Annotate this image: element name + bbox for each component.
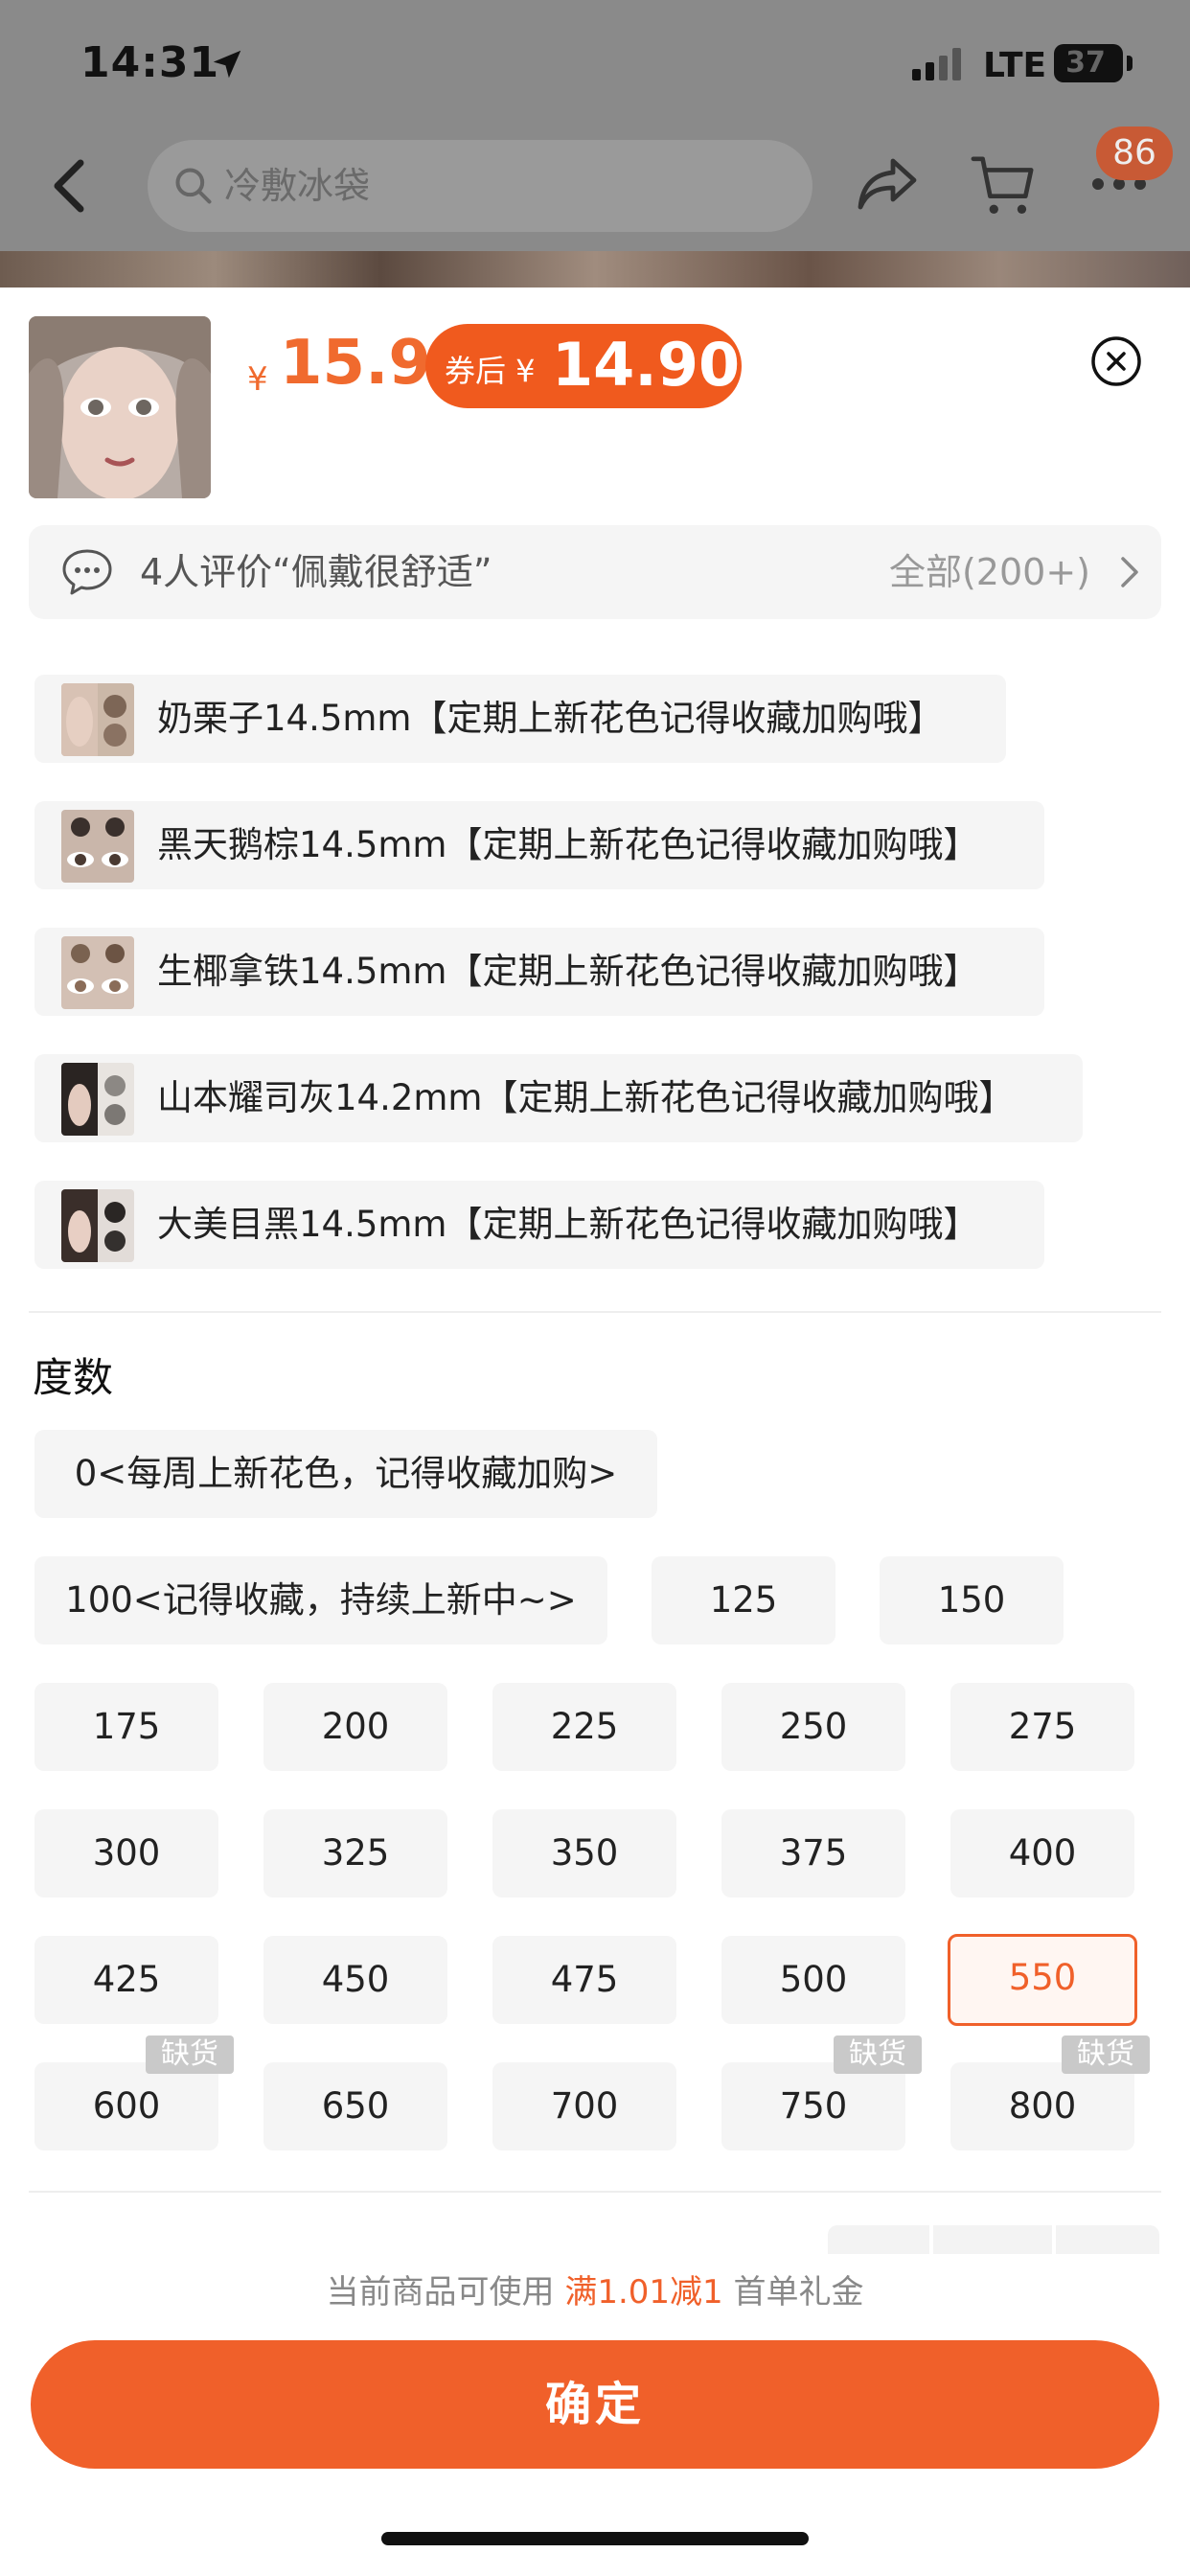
power-option-225[interactable]: 225 <box>492 1683 676 1771</box>
power-option-175[interactable]: 175 <box>34 1683 218 1771</box>
chevron-right-icon <box>1121 557 1138 587</box>
out-of-stock-badge: 缺货 <box>146 2036 234 2074</box>
color-option-1[interactable]: 奶栗子14.5mm【定期上新花色记得收藏加购哦】 <box>34 675 1006 763</box>
power-option-475[interactable]: 475 <box>492 1936 676 2024</box>
color-option-label: 大美目黑14.5mm【定期上新花色记得收藏加购哦】 <box>157 1204 979 1245</box>
product-thumbnail[interactable] <box>29 316 211 498</box>
power-option-125[interactable]: 125 <box>652 1556 835 1644</box>
promo-highlight: 满1.01减1 <box>564 2273 723 2312</box>
color-option-2[interactable]: 黑天鹅棕14.5mm【定期上新花色记得收藏加购哦】 <box>34 801 1044 889</box>
power-option-375[interactable]: 375 <box>721 1809 905 1898</box>
coupon-price: 14.90 <box>552 330 741 400</box>
color-option-4[interactable]: 山本耀司灰14.2mm【定期上新花色记得收藏加购哦】 <box>34 1054 1083 1142</box>
coupon-price-badge: 券后 ¥ 14.90 <box>425 324 742 408</box>
status-time: 14:31 <box>80 38 220 87</box>
color-thumbnail-3 <box>61 936 134 1009</box>
color-option-label: 黑天鹅棕14.5mm【定期上新花色记得收藏加购哦】 <box>157 824 979 865</box>
power-option-500[interactable]: 500 <box>721 1936 905 2024</box>
cart-icon[interactable] <box>970 151 1037 218</box>
promo-notice: 当前商品可使用 满1.01减1 首单礼金 <box>0 2267 1190 2317</box>
confirm-button[interactable]: 确定 <box>31 2340 1159 2469</box>
out-of-stock-badge: 缺货 <box>1062 2036 1150 2074</box>
share-icon[interactable] <box>855 153 920 215</box>
divider <box>29 1311 1161 1313</box>
power-section-title: 度数 <box>33 1354 114 1401</box>
power-option-350[interactable]: 350 <box>492 1809 676 1898</box>
power-option-800[interactable]: 800 <box>950 2062 1134 2150</box>
power-option-325[interactable]: 325 <box>263 1809 447 1898</box>
battery-icon: 37 <box>1054 44 1123 82</box>
color-option-label: 山本耀司灰14.2mm【定期上新花色记得收藏加购哦】 <box>157 1077 1015 1118</box>
price-currency: ¥ <box>247 360 268 399</box>
power-option-200[interactable]: 200 <box>263 1683 447 1771</box>
power-option-550-selected[interactable]: 550 <box>948 1934 1137 2026</box>
network-type: LTE <box>983 46 1047 85</box>
power-option-300[interactable]: 300 <box>34 1809 218 1898</box>
power-option-425[interactable]: 425 <box>34 1936 218 2024</box>
battery-level: 37 <box>1065 46 1106 80</box>
power-option-750[interactable]: 750 <box>721 2062 905 2150</box>
power-option-600[interactable]: 600 <box>34 2062 218 2150</box>
promo-prefix: 当前商品可使用 <box>326 2273 565 2312</box>
color-thumbnail-4 <box>61 1063 134 1136</box>
battery-tip <box>1127 56 1133 71</box>
close-icon[interactable] <box>1090 335 1142 387</box>
color-thumbnail-5 <box>61 1189 134 1262</box>
background-overlay: 14:31 LTE 37 冷敷冰袋 86 <box>0 0 1190 288</box>
review-all-link[interactable]: 全部(200+) <box>889 525 1090 619</box>
search-icon <box>175 168 212 204</box>
chat-bubble-icon <box>62 549 112 595</box>
product-banner-peek <box>0 251 1190 288</box>
home-indicator <box>381 2532 809 2545</box>
out-of-stock-badge: 缺货 <box>834 2036 922 2074</box>
product-price: 15.9 <box>280 328 431 399</box>
power-option-250[interactable]: 250 <box>721 1683 905 1771</box>
power-option-100[interactable]: 100<记得收藏，持续上新中~> <box>34 1556 607 1644</box>
color-option-label: 生椰拿铁14.5mm【定期上新花色记得收藏加购哦】 <box>157 951 979 992</box>
color-option-5[interactable]: 大美目黑14.5mm【定期上新花色记得收藏加购哦】 <box>34 1181 1044 1269</box>
review-text: 4人评价“佩戴很舒适” <box>140 551 492 593</box>
promo-suffix: 首单礼金 <box>722 2273 864 2312</box>
power-option-650[interactable]: 650 <box>263 2062 447 2150</box>
divider <box>29 2191 1161 2193</box>
footer-top-edge <box>0 2254 1190 2267</box>
power-option-0[interactable]: 0<每周上新花色，记得收藏加购> <box>34 1430 657 1518</box>
back-arrow-icon[interactable] <box>50 159 88 213</box>
power-option-150[interactable]: 150 <box>880 1556 1064 1644</box>
cart-badge: 86 <box>1096 126 1173 180</box>
search-bar[interactable]: 冷敷冰袋 <box>148 140 812 232</box>
color-option-3[interactable]: 生椰拿铁14.5mm【定期上新花色记得收藏加购哦】 <box>34 928 1044 1016</box>
location-arrow-icon <box>213 50 241 79</box>
coupon-prefix: 券后 ¥ <box>445 353 536 389</box>
color-thumbnail-2 <box>61 810 134 883</box>
power-option-700[interactable]: 700 <box>492 2062 676 2150</box>
power-option-400[interactable]: 400 <box>950 1809 1134 1898</box>
color-option-label: 奶栗子14.5mm【定期上新花色记得收藏加购哦】 <box>157 698 944 739</box>
color-thumbnail-1 <box>61 683 134 756</box>
product-photo <box>29 316 211 498</box>
power-option-450[interactable]: 450 <box>263 1936 447 2024</box>
power-option-275[interactable]: 275 <box>950 1683 1134 1771</box>
review-summary[interactable]: 4人评价“佩戴很舒适” 全部(200+) <box>29 525 1161 619</box>
signal-icon <box>912 48 961 80</box>
search-placeholder: 冷敷冰袋 <box>224 165 371 207</box>
